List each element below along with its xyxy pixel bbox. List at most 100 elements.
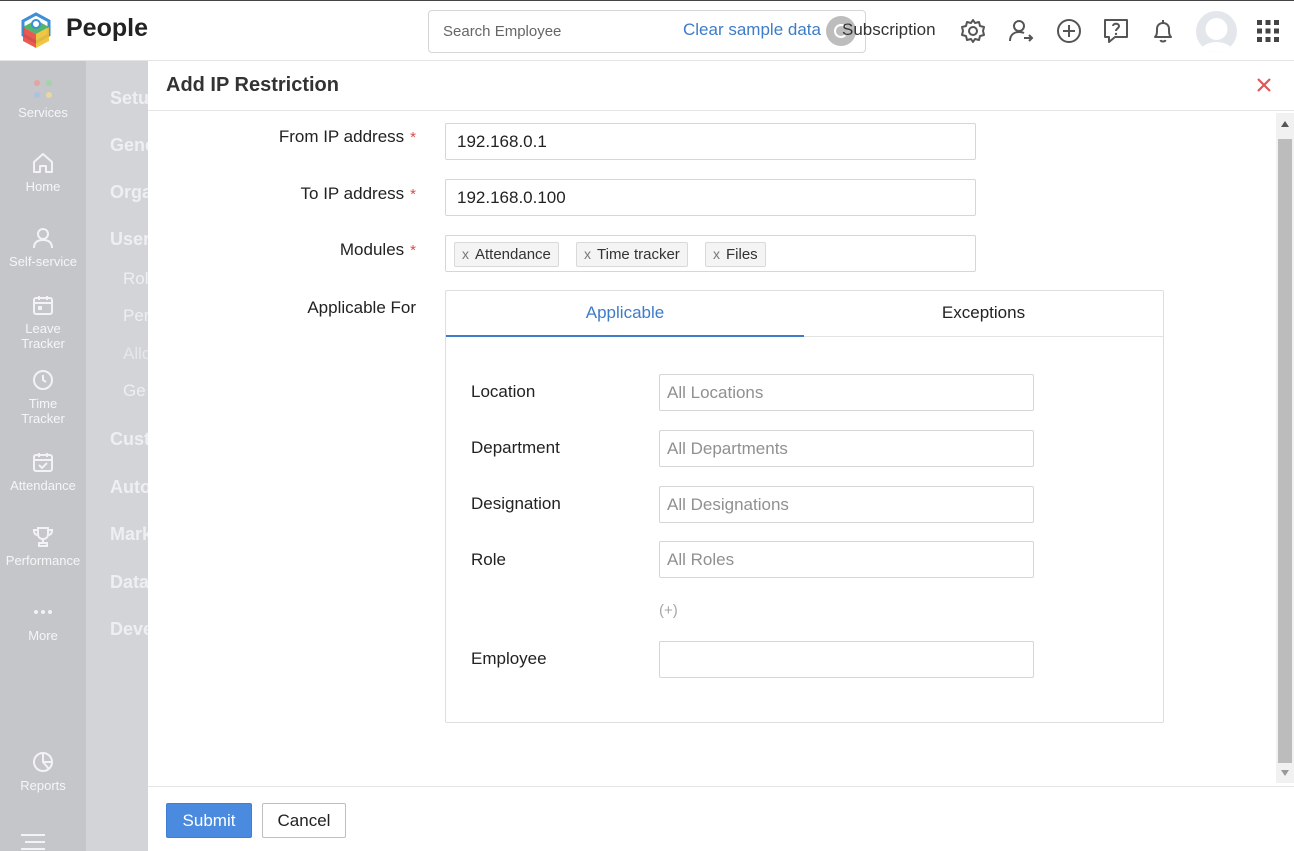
nav-label-reports: Reports xyxy=(20,778,66,793)
more-icon xyxy=(34,610,52,614)
clear-sample-data-link[interactable]: Clear sample data xyxy=(683,20,821,40)
to-ip-input[interactable] xyxy=(445,179,976,216)
pie-chart-icon xyxy=(33,752,53,772)
add-icon[interactable] xyxy=(1054,16,1084,46)
left-navigation: Services Home Self-service Leave Tracker… xyxy=(0,61,86,851)
to-ip-label-text: To IP address xyxy=(300,184,405,203)
applicable-for-label: Applicable For xyxy=(307,298,416,317)
dialog-title: Add IP Restriction xyxy=(166,74,339,96)
menu-collapse-icon[interactable] xyxy=(19,831,47,851)
top-header: People Clear sample data Subscription xyxy=(0,0,1294,61)
subnav-item[interactable]: Orga xyxy=(110,182,148,203)
nav-item-leave-tracker[interactable]: Leave Tracker xyxy=(0,293,86,351)
employee-label: Employee xyxy=(471,649,547,668)
subnav-item[interactable]: Mark xyxy=(110,524,148,545)
settings-subnav: Setu Gene Orga User Rol Per Allo Ge Cust… xyxy=(86,61,148,851)
subnav-item[interactable]: Gene xyxy=(110,135,148,156)
module-chip-attendance: x Attendance xyxy=(454,242,559,267)
nav-label-performance: Performance xyxy=(5,553,81,568)
avatar-placeholder-icon xyxy=(1199,18,1234,52)
subnav-subitem[interactable]: Rol xyxy=(123,269,148,289)
department-label: Department xyxy=(471,438,560,457)
subnav-item[interactable]: Setu xyxy=(110,88,148,109)
department-select[interactable] xyxy=(659,430,1034,467)
required-marker: * xyxy=(410,242,416,259)
nav-item-reports[interactable]: Reports xyxy=(0,750,86,793)
subnav-subitem[interactable]: Ge xyxy=(123,381,146,401)
required-marker: * xyxy=(410,129,416,146)
subnav-item[interactable]: Deve xyxy=(110,619,148,640)
tab-applicable[interactable]: Applicable xyxy=(446,291,804,337)
nav-label-home: Home xyxy=(25,179,61,194)
modules-multiselect[interactable]: x Attendance x Time tracker x Files xyxy=(445,235,976,272)
nav-item-self-service[interactable]: Self-service xyxy=(0,226,86,269)
calendar-icon xyxy=(33,296,53,315)
apps-grid-icon[interactable] xyxy=(1255,18,1281,44)
scroll-up-arrow-icon[interactable] xyxy=(1280,119,1290,129)
submit-button[interactable]: Submit xyxy=(166,803,252,838)
close-icon[interactable] xyxy=(1254,75,1274,95)
home-icon xyxy=(33,153,53,173)
nav-item-more[interactable]: More xyxy=(0,600,86,643)
scroll-down-arrow-icon[interactable] xyxy=(1280,768,1290,778)
from-ip-input[interactable] xyxy=(445,123,976,160)
help-icon[interactable] xyxy=(1101,16,1131,46)
settings-icon[interactable] xyxy=(958,16,988,46)
chip-label: Time tracker xyxy=(597,246,680,263)
chip-remove-icon[interactable]: x xyxy=(462,246,469,262)
chip-label: Files xyxy=(726,246,758,263)
subscription-link[interactable]: Subscription xyxy=(842,20,936,40)
avatar[interactable] xyxy=(1196,11,1237,52)
subnav-item[interactable]: Auto xyxy=(110,477,148,498)
nav-item-attendance[interactable]: Attendance xyxy=(0,450,86,493)
add-ip-restriction-dialog: Add IP Restriction From IP address * To I… xyxy=(148,61,1294,851)
nav-label-leave-tracker: Leave Tracker xyxy=(21,321,65,351)
location-select[interactable] xyxy=(659,374,1034,411)
bell-icon[interactable] xyxy=(1148,16,1178,46)
subnav-item[interactable]: Cust xyxy=(110,429,148,450)
nav-item-performance[interactable]: Performance xyxy=(0,525,86,568)
location-label: Location xyxy=(471,382,536,401)
search-input[interactable] xyxy=(441,22,671,41)
nav-item-time-tracker[interactable]: Time Tracker xyxy=(0,368,86,426)
nav-label-time-tracker: Time Tracker xyxy=(21,396,65,426)
subnav-item[interactable]: Data xyxy=(110,572,148,593)
chip-remove-icon[interactable]: x xyxy=(584,246,591,262)
module-chip-time-tracker: x Time tracker xyxy=(576,242,688,267)
nav-label-attendance: Attendance xyxy=(10,478,76,493)
subnav-item[interactable]: User xyxy=(110,229,148,250)
dialog-scrollbar[interactable] xyxy=(1276,113,1294,783)
tab-exceptions[interactable]: Exceptions xyxy=(804,291,1163,337)
role-select[interactable] xyxy=(659,541,1034,578)
to-ip-label: To IP address * xyxy=(301,184,416,204)
designation-select[interactable] xyxy=(659,486,1034,523)
services-icon xyxy=(34,80,52,98)
cancel-button[interactable]: Cancel xyxy=(262,803,346,838)
from-ip-label-text: From IP address xyxy=(278,127,405,146)
required-marker: * xyxy=(410,186,416,203)
people-logo-icon[interactable] xyxy=(16,11,56,51)
dialog-footer: Submit Cancel xyxy=(148,786,1294,851)
subnav-subitem[interactable]: Per xyxy=(123,306,148,326)
chip-label: Attendance xyxy=(475,246,551,263)
app-name[interactable]: People xyxy=(66,14,148,43)
from-ip-label: From IP address * xyxy=(279,127,416,147)
calendar-check-icon xyxy=(33,453,53,472)
modules-label: Modules * xyxy=(340,240,416,260)
nav-item-services[interactable]: Services xyxy=(0,77,86,120)
dialog-header: Add IP Restriction xyxy=(148,61,1294,111)
subnav-subitem[interactable]: Allo xyxy=(123,344,148,364)
employee-select[interactable] xyxy=(659,641,1034,678)
chip-remove-icon[interactable]: x xyxy=(713,246,720,262)
add-criteria-button[interactable]: (+) xyxy=(659,602,678,619)
scroll-thumb[interactable] xyxy=(1278,139,1292,763)
designation-label: Designation xyxy=(471,494,561,513)
applicable-panel: Applicable Exceptions Location Departmen… xyxy=(445,290,1164,723)
nav-item-home[interactable]: Home xyxy=(0,151,86,194)
role-label: Role xyxy=(471,550,506,569)
clock-icon xyxy=(33,370,53,390)
user-icon xyxy=(33,228,53,249)
nav-label-more: More xyxy=(28,628,58,643)
user-switch-icon[interactable] xyxy=(1006,16,1036,46)
nav-label-self-service: Self-service xyxy=(9,254,77,269)
